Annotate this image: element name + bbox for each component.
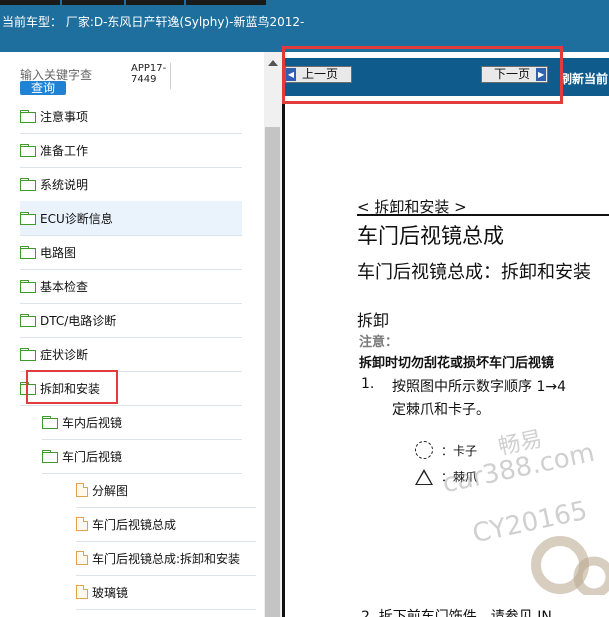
file-icon bbox=[76, 517, 88, 531]
legend-label: ：卡子 bbox=[441, 443, 478, 458]
scroll-up-arrow-icon[interactable] bbox=[268, 60, 278, 66]
tree-item-inside-mirror[interactable]: 车内后视镜 bbox=[42, 405, 242, 439]
legend-clip-row: ：卡子 bbox=[415, 441, 477, 459]
doc-warning: 拆卸时切勿刮花或损坏车门后视镜 bbox=[359, 356, 555, 371]
scrollbar-thumb[interactable] bbox=[265, 127, 280, 617]
tree-item-label: ECU诊断信息 bbox=[40, 211, 113, 226]
folder-icon bbox=[20, 314, 36, 327]
divider bbox=[357, 214, 609, 216]
window-tab-stub[interactable] bbox=[126, 0, 184, 5]
tree-item-label: 系统说明 bbox=[40, 177, 89, 192]
tree-item-label: 车门后视镜 bbox=[62, 449, 123, 464]
tree-item-label: 电路图 bbox=[40, 245, 77, 260]
app-header: 当前车型： 厂家:D-东风日产轩逸(Sylphy)-新蓝鸟2012- bbox=[0, 0, 609, 52]
app-code: APP17-7449 bbox=[131, 63, 167, 85]
window-tab-stub[interactable] bbox=[62, 0, 124, 5]
tree-item-exploded-view[interactable]: 分解图 bbox=[76, 473, 256, 507]
folder-icon bbox=[20, 178, 36, 191]
tree-item-basic-inspection[interactable]: 基本检查 bbox=[20, 269, 242, 303]
file-icon bbox=[76, 585, 88, 599]
tree-item-label: 准备工作 bbox=[40, 143, 89, 158]
step-text: 定棘爪和卡子。 bbox=[392, 402, 490, 418]
current-model-title: 当前车型： 厂家:D-东风日产轩逸(Sylphy)-新蓝鸟2012- bbox=[2, 15, 305, 29]
folder-icon bbox=[42, 416, 58, 429]
tree-item-label: 注意事项 bbox=[40, 109, 89, 124]
tree-item-label: 玻璃镜 bbox=[92, 585, 129, 600]
tree-item-preparation[interactable]: 准备工作 bbox=[20, 133, 242, 167]
doc-note-label: 注意： bbox=[359, 335, 399, 350]
file-icon bbox=[76, 551, 88, 565]
tree-item-label: 基本检查 bbox=[40, 279, 89, 294]
window-tab-stub[interactable] bbox=[186, 0, 266, 5]
tree-item-label: 车内后视镜 bbox=[62, 415, 123, 430]
highlight-box bbox=[282, 46, 563, 104]
window-tab-stub[interactable] bbox=[0, 0, 60, 5]
tree-item-dtc-diagnosis[interactable]: DTC/电路诊断 bbox=[20, 303, 242, 337]
doc-subtitle: 车门后视镜总成：拆卸和安装 bbox=[357, 262, 591, 283]
folder-icon bbox=[20, 110, 36, 123]
step-text: 按照图中所示数字顺序 1→4 bbox=[392, 379, 566, 395]
tree-item-precautions[interactable]: 注意事项 bbox=[20, 99, 242, 133]
tree-item-wiring-diagram[interactable]: 电路图 bbox=[20, 235, 242, 269]
step-number: 1. bbox=[361, 376, 375, 392]
tree-item-system-description[interactable]: 系统说明 bbox=[20, 167, 242, 201]
tree-item-label: 症状诊断 bbox=[40, 347, 89, 362]
tree-item-label: 车门后视镜总成:拆卸和安装 bbox=[92, 551, 241, 566]
divider bbox=[170, 63, 171, 89]
clip-icon bbox=[415, 441, 433, 459]
refresh-current-link[interactable]: 刷新当前 bbox=[560, 70, 608, 87]
claw-icon bbox=[415, 468, 433, 485]
watermark-logo bbox=[531, 536, 609, 595]
search-button[interactable]: 查询 bbox=[20, 81, 66, 95]
divider bbox=[76, 609, 256, 610]
highlight-box bbox=[26, 370, 118, 404]
tree-item-label: DTC/电路诊断 bbox=[40, 313, 117, 328]
tree-item-ecu-diagnosis[interactable]: ECU诊断信息 bbox=[20, 201, 242, 235]
doc-title: 车门后视镜总成 bbox=[357, 224, 504, 248]
folder-icon bbox=[20, 280, 36, 293]
folder-icon bbox=[20, 212, 36, 225]
file-icon bbox=[76, 483, 88, 497]
folder-open-icon bbox=[42, 450, 58, 463]
content-border bbox=[282, 104, 285, 617]
folder-icon bbox=[20, 348, 36, 361]
tree-item-label: 车门后视镜总成 bbox=[92, 517, 177, 532]
tree-item-label: 分解图 bbox=[92, 483, 129, 498]
folder-icon bbox=[20, 246, 36, 259]
tree-item-door-mirror-assembly[interactable]: 车门后视镜总成 bbox=[76, 507, 256, 541]
folder-icon bbox=[20, 144, 36, 157]
tree-item-mirror-glass[interactable]: 玻璃镜 bbox=[76, 575, 256, 609]
tree-item-door-mirror[interactable]: 车门后视镜 bbox=[42, 439, 242, 473]
doc-section-heading: 拆卸 bbox=[357, 311, 390, 330]
tree-item-door-mirror-removal[interactable]: 车门后视镜总成:拆卸和安装 bbox=[76, 541, 260, 575]
step-text: 2. 拆下前车门饰件，请参见 IN bbox=[361, 609, 552, 617]
tree-item-symptom-diagnosis[interactable]: 症状诊断 bbox=[20, 337, 242, 371]
